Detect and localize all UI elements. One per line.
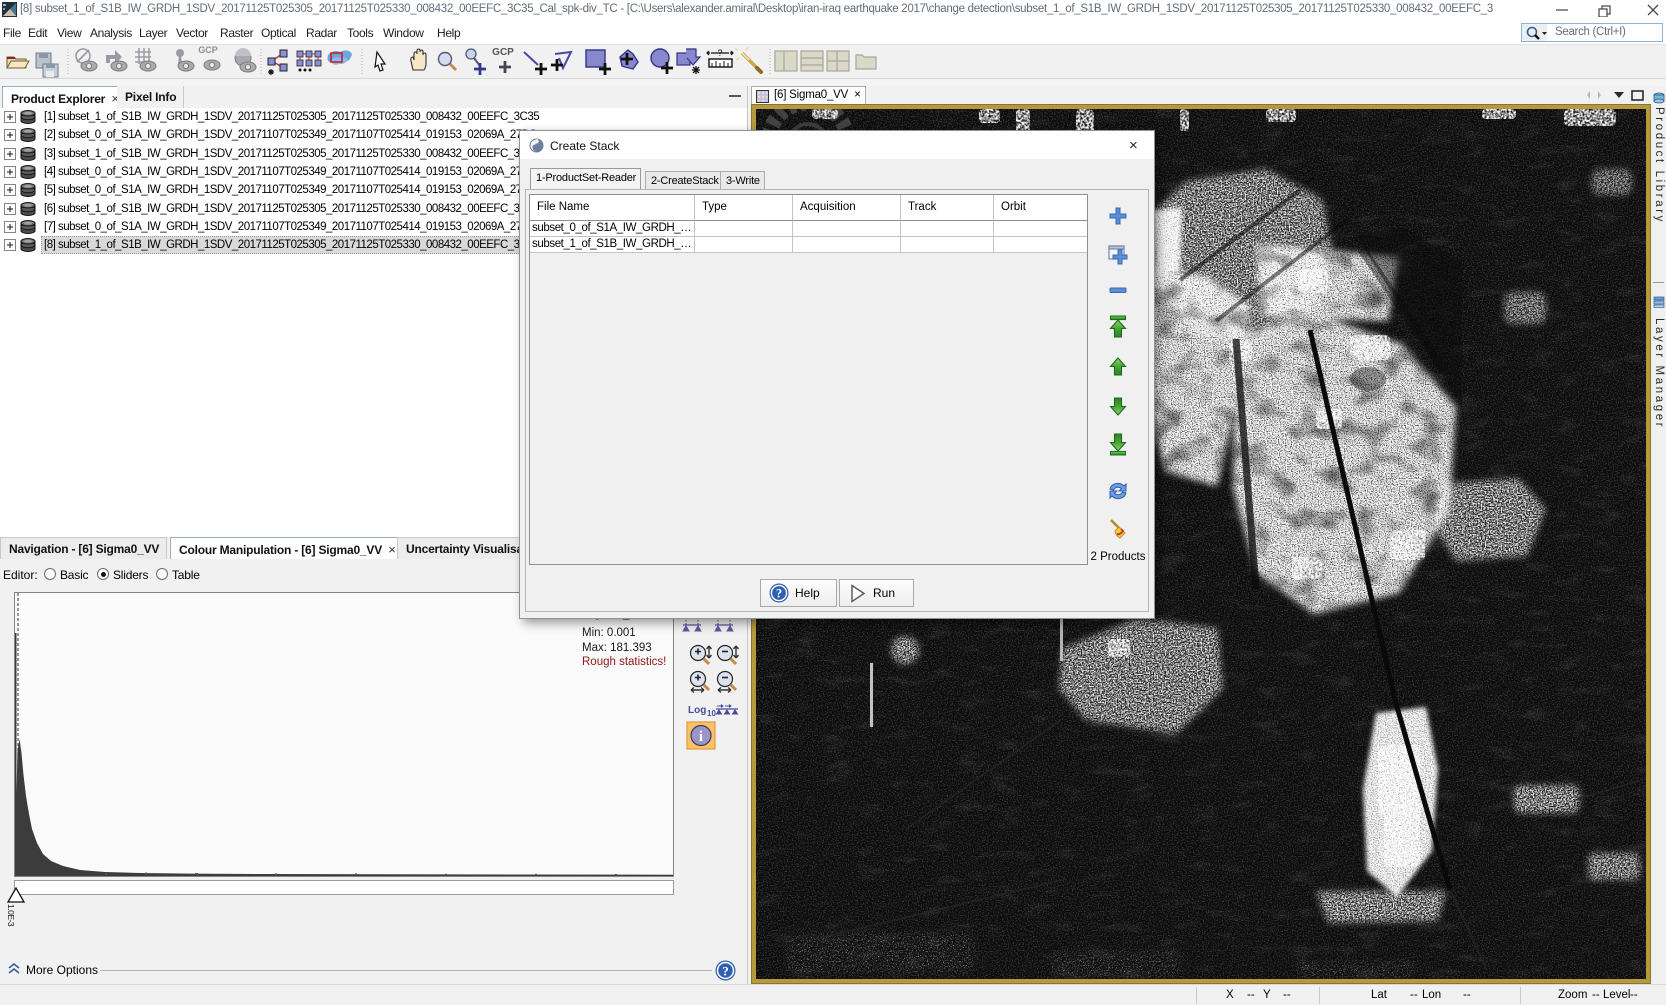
svg-text:?: ? xyxy=(717,48,722,58)
svg-text:GCP: GCP xyxy=(492,47,514,58)
svg-text:GCP: GCP xyxy=(198,45,218,55)
svg-text:?: ? xyxy=(776,587,782,601)
svg-text:2 Products: 2 Products xyxy=(1091,551,1146,563)
svg-text:?: ? xyxy=(722,964,729,979)
svg-text:Log: Log xyxy=(688,705,706,716)
svg-text:i: i xyxy=(699,729,703,745)
svg-text:10: 10 xyxy=(707,709,716,718)
